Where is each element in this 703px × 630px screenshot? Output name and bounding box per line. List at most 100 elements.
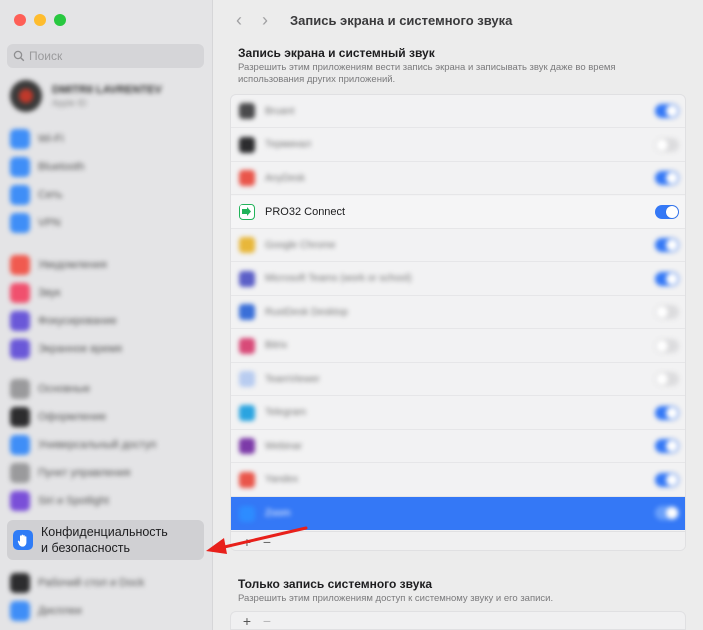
section-title-system-audio: Только запись системного звука xyxy=(238,577,433,591)
sidebar-item[interactable]: Звук xyxy=(10,282,206,304)
app-permission-toggle[interactable] xyxy=(655,137,679,152)
app-row[interactable]: Webinar xyxy=(231,430,685,463)
sidebar-item[interactable]: Рабочий стол и Dock xyxy=(10,572,206,594)
remove-audio-app-button[interactable]: − xyxy=(257,614,277,628)
app-name: AnyDesk xyxy=(265,172,306,184)
app-permission-toggle[interactable] xyxy=(655,305,679,319)
app-name: Google Chrome xyxy=(265,239,336,251)
sidebar-item-label: Сеть xyxy=(38,189,63,201)
app-name: Bitrix xyxy=(265,340,288,351)
sidebar-item-icon xyxy=(10,379,30,399)
sidebar: DMITRII LAVRENTEV Apple ID Wi-Fi Bluetoot… xyxy=(0,0,213,630)
section-title-screen-recording: Запись экрана и системный звук xyxy=(238,46,435,60)
app-icon xyxy=(239,170,255,186)
sidebar-item-label: Рабочий стол и Dock xyxy=(38,577,145,589)
back-button[interactable]: ‹ xyxy=(226,10,252,31)
app-permission-toggle[interactable] xyxy=(655,338,679,353)
sidebar-item-icon xyxy=(10,213,30,233)
sidebar-item[interactable]: Пункт управления xyxy=(10,462,206,484)
sidebar-item[interactable]: Экранное время xyxy=(10,338,206,360)
sidebar-item[interactable]: Сеть xyxy=(10,184,206,206)
sidebar-item[interactable]: Универсальный доступ xyxy=(10,434,206,456)
hand-icon xyxy=(13,530,33,550)
app-row[interactable]: Google Chrome xyxy=(231,229,685,262)
window-title: Запись экрана и системного звука xyxy=(290,12,513,28)
section-description-system-audio: Разрешить этим приложениям доступ к сист… xyxy=(238,593,554,604)
app-row[interactable]: RustDesk Desktop xyxy=(231,296,685,329)
app-icon xyxy=(239,438,255,454)
app-row[interactable]: Yandex xyxy=(231,464,685,497)
sidebar-item-label-line2: и безопасность xyxy=(41,541,131,555)
sidebar-item-label: VPN xyxy=(38,217,61,229)
sidebar-item-icon xyxy=(10,407,30,427)
annotation-arrow-icon xyxy=(206,526,308,554)
window-controls xyxy=(14,14,66,26)
app-row[interactable]: Bitrix xyxy=(231,330,685,363)
avatar xyxy=(10,80,42,112)
close-window-button[interactable] xyxy=(14,14,26,26)
app-name: PRO32 Connect xyxy=(265,205,346,218)
add-audio-app-button[interactable]: + xyxy=(237,614,257,628)
search-input[interactable] xyxy=(29,49,189,63)
app-permission-toggle[interactable] xyxy=(655,204,679,219)
search-field[interactable] xyxy=(7,44,204,68)
app-icon xyxy=(239,371,255,387)
sidebar-item-label: Универсальный доступ xyxy=(38,439,157,451)
sidebar-item-label: Wi-Fi xyxy=(38,133,64,145)
sidebar-item[interactable]: Фокусирование xyxy=(10,310,206,332)
app-permission-toggle[interactable] xyxy=(655,104,679,118)
sidebar-item[interactable]: Оформление xyxy=(10,406,206,428)
app-icon xyxy=(239,203,255,220)
sidebar-item[interactable]: VPN xyxy=(10,212,206,234)
sidebar-item-icon xyxy=(10,491,30,511)
app-list-system-audio: + − xyxy=(230,611,686,630)
app-icon xyxy=(239,404,255,421)
sidebar-item-label: Оформление xyxy=(38,411,107,423)
toolbar: ‹ › Запись экрана и системного звука xyxy=(214,0,703,40)
app-row[interactable]: PRO32 Connect xyxy=(231,195,685,229)
sidebar-item[interactable]: Siri и Spotlight xyxy=(10,490,206,512)
app-permission-toggle[interactable] xyxy=(655,405,679,420)
sidebar-item-icon xyxy=(10,339,30,359)
app-row[interactable]: Telegram xyxy=(231,397,685,430)
app-row[interactable]: AnyDesk xyxy=(231,162,685,195)
app-permission-toggle[interactable] xyxy=(655,372,679,386)
sidebar-item-icon xyxy=(10,283,30,303)
sidebar-item[interactable]: Основные xyxy=(10,378,206,400)
sidebar-item[interactable]: Bluetooth xyxy=(10,156,206,178)
section-description-screen-recording: Разрешить этим приложениям вести запись … xyxy=(238,62,616,85)
sidebar-item-label: Bluetooth xyxy=(38,161,85,173)
app-permission-toggle[interactable] xyxy=(655,171,679,185)
sidebar-item[interactable]: Уведомления xyxy=(10,254,206,276)
sidebar-item-label: Siri и Spotlight xyxy=(38,495,109,507)
app-permission-toggle[interactable] xyxy=(655,472,679,487)
sidebar-item[interactable]: Дисплеи xyxy=(10,600,206,622)
app-permission-toggle[interactable] xyxy=(655,271,679,286)
app-name: RustDesk Desktop xyxy=(265,306,348,318)
sidebar-item-icon xyxy=(10,601,30,621)
sidebar-item-label: Звук xyxy=(38,287,61,299)
zoom-window-button[interactable] xyxy=(54,14,66,26)
app-name: Bruant xyxy=(265,105,295,117)
app-name: Yandex xyxy=(265,474,299,485)
app-icon xyxy=(239,304,255,320)
app-permission-toggle[interactable] xyxy=(655,238,679,252)
sidebar-item-label: Уведомления xyxy=(38,259,107,271)
app-row[interactable]: Терминал xyxy=(231,129,685,162)
app-name: Webinar xyxy=(265,440,303,452)
sidebar-item-icon xyxy=(10,255,30,275)
app-row[interactable]: Bruant xyxy=(231,95,685,128)
forward-button[interactable]: › xyxy=(252,10,278,31)
app-permission-toggle[interactable] xyxy=(655,439,679,453)
minimize-window-button[interactable] xyxy=(34,14,46,26)
app-icon xyxy=(239,471,255,488)
apple-account[interactable]: DMITRII LAVRENTEV Apple ID xyxy=(10,78,206,114)
account-subtitle: Apple ID xyxy=(52,98,87,108)
app-row[interactable]: TeamViewer xyxy=(231,363,685,396)
app-permission-toggle[interactable] xyxy=(655,506,679,520)
sidebar-item-icon xyxy=(10,129,30,149)
app-icon xyxy=(239,337,255,354)
sidebar-item-privacy-security[interactable]: Конфиденциальность и безопасность xyxy=(7,520,204,560)
sidebar-item[interactable]: Wi-Fi xyxy=(10,128,206,150)
app-row[interactable]: Microsoft Teams (work or school) xyxy=(231,263,685,296)
